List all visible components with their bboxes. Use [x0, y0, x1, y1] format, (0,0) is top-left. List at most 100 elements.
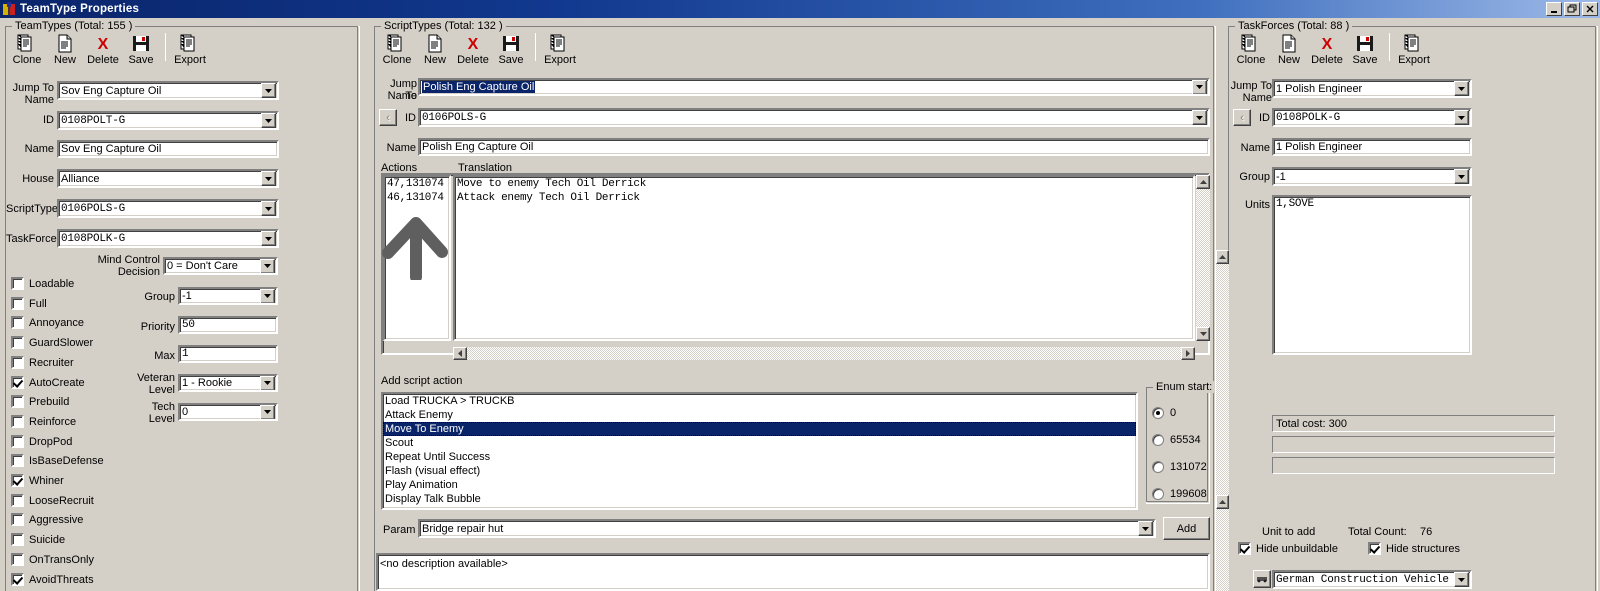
- teamtypes-clone-button[interactable]: Clone: [8, 31, 46, 66]
- enum-start-option-199608[interactable]: 199608: [1152, 488, 1207, 500]
- action-code[interactable]: 47,131074: [385, 177, 449, 191]
- st-actions-code-list[interactable]: 47,131074 46,131074: [383, 175, 451, 341]
- action-translation[interactable]: Move to enemy Tech Oil Derrick: [455, 177, 1193, 191]
- chevron-down-icon[interactable]: [1192, 80, 1207, 94]
- teamtype-flag-reinforce[interactable]: Reinforce: [11, 415, 76, 428]
- restore-button[interactable]: [1564, 2, 1580, 16]
- tt-max-input[interactable]: 1: [178, 345, 278, 363]
- minimize-button[interactable]: [1546, 2, 1562, 16]
- action-choice-item[interactable]: Attack Enemy: [383, 408, 1136, 422]
- chevron-down-icon[interactable]: [261, 201, 276, 216]
- action-choice-item[interactable]: Repeat Until Success: [383, 450, 1136, 464]
- scroll-up-icon-2[interactable]: [1216, 495, 1229, 509]
- tt-house-combo[interactable]: Alliance: [57, 169, 279, 188]
- chevron-down-icon[interactable]: [1138, 521, 1153, 536]
- enum-start-option-131072[interactable]: 131072: [1152, 461, 1207, 473]
- teamtype-flag-autocreate[interactable]: AutoCreate: [11, 376, 85, 389]
- st-action-choices-list[interactable]: Load TRUCKA > TRUCKB Attack Enemy Move To …: [381, 392, 1138, 510]
- enum-start-option-65534[interactable]: 65534: [1152, 434, 1201, 446]
- chevron-down-icon[interactable]: [260, 289, 275, 303]
- chevron-down-icon[interactable]: [1454, 81, 1469, 96]
- teamtype-flag-avoidthreats[interactable]: AvoidThreats: [11, 573, 94, 586]
- tf-clone-button[interactable]: Clone: [1232, 31, 1270, 66]
- action-choice-item[interactable]: Gather (at enemy base): [383, 506, 1136, 508]
- action-choice-item[interactable]: Scout: [383, 436, 1136, 450]
- teamtype-flag-full[interactable]: Full: [11, 297, 47, 310]
- st-name-input[interactable]: Polish Eng Capture Oil: [418, 138, 1210, 156]
- teamtype-flag-annoyance[interactable]: Annoyance: [11, 316, 84, 329]
- teamtype-flag-recruiter[interactable]: Recruiter: [11, 356, 74, 369]
- st-id-combo[interactable]: 0106POLS-G: [418, 108, 1210, 127]
- chevron-down-icon[interactable]: [1454, 110, 1469, 125]
- tt-mindcontrol-combo[interactable]: 0 = Don't Care: [163, 257, 278, 275]
- close-button[interactable]: [1582, 2, 1598, 16]
- tf-export-button[interactable]: Export: [1395, 31, 1433, 66]
- action-code[interactable]: 46,131074: [385, 191, 449, 205]
- tf-new-button[interactable]: New: [1270, 31, 1308, 66]
- st-prev-button[interactable]: ‹: [379, 109, 397, 126]
- chevron-down-icon[interactable]: [260, 376, 275, 390]
- teamtype-flag-prebuild[interactable]: Prebuild: [11, 395, 69, 408]
- action-choice-item[interactable]: Display Talk Bubble: [383, 492, 1136, 506]
- st-clone-button[interactable]: Clone: [378, 31, 416, 66]
- teamtype-flag-isbasedefense[interactable]: IsBaseDefense: [11, 454, 104, 467]
- st-new-button[interactable]: New: [416, 31, 454, 66]
- st-translation-vscrollbar[interactable]: [1196, 175, 1210, 341]
- tf-jumpto-combo[interactable]: 1 Polish Engineer: [1272, 79, 1472, 98]
- tt-jumpto-combo[interactable]: Sov Eng Capture Oil: [57, 81, 279, 100]
- right-panel-vscrollbar[interactable]: [1216, 250, 1229, 591]
- scroll-up-icon[interactable]: [1216, 250, 1229, 264]
- teamtype-flag-droppod[interactable]: DropPod: [11, 435, 72, 448]
- teamtypes-save-button[interactable]: Save: [122, 31, 160, 66]
- teamtype-flag-loadable[interactable]: Loadable: [11, 277, 74, 290]
- st-delete-button[interactable]: X Delete: [454, 31, 492, 67]
- tt-tech-combo[interactable]: 0: [178, 403, 278, 421]
- st-actions-translation-list[interactable]: Move to enemy Tech Oil Derrick Attack ene…: [453, 175, 1195, 341]
- action-choice-item[interactable]: Play Animation: [383, 478, 1136, 492]
- scroll-up-icon[interactable]: [1196, 175, 1210, 189]
- tf-units-list[interactable]: 1,SOVE: [1272, 195, 1472, 355]
- tf-delete-button[interactable]: X Delete: [1308, 31, 1346, 67]
- tf-unit-dropdown[interactable]: German Construction Vehicle: [1272, 570, 1472, 589]
- teamtypes-export-button[interactable]: Export: [171, 31, 209, 66]
- chevron-down-icon[interactable]: [260, 405, 275, 419]
- tt-priority-input[interactable]: 50: [178, 316, 278, 334]
- teamtype-flag-guardslower[interactable]: GuardSlower: [11, 336, 93, 349]
- action-choice-item[interactable]: Load TRUCKA > TRUCKB: [383, 394, 1136, 408]
- tt-group-combo[interactable]: -1: [178, 287, 278, 305]
- tt-scripttype-combo[interactable]: 0106POLS-G: [57, 199, 279, 218]
- tf-unit-icon-button[interactable]: [1253, 570, 1271, 588]
- chevron-down-icon[interactable]: [261, 231, 276, 246]
- teamtype-flag-whiner[interactable]: Whiner: [11, 474, 64, 487]
- chevron-down-icon[interactable]: [261, 171, 276, 186]
- teamtype-flag-looserecruit[interactable]: LooseRecruit: [11, 494, 94, 507]
- st-jumpto-combo[interactable]: Polish Eng Capture Oil: [418, 78, 1210, 96]
- scroll-left-icon[interactable]: [453, 347, 467, 360]
- tf-save-button[interactable]: Save: [1346, 31, 1384, 66]
- chevron-down-icon[interactable]: [261, 113, 276, 128]
- tf-hide-structures-checkbox[interactable]: Hide structures: [1368, 542, 1460, 555]
- st-param-combo[interactable]: Bridge repair hut: [418, 519, 1156, 538]
- chevron-down-icon[interactable]: [1454, 169, 1469, 184]
- teamtypes-new-button[interactable]: New: [46, 31, 84, 66]
- scroll-right-icon[interactable]: [1181, 347, 1195, 360]
- st-actions-hscrollbar[interactable]: [453, 347, 1195, 360]
- st-add-button[interactable]: Add: [1163, 517, 1210, 540]
- tt-veteran-combo[interactable]: 1 - Rookie: [178, 374, 278, 392]
- teamtype-flag-ontransonly[interactable]: OnTransOnly: [11, 553, 94, 566]
- tt-id-combo[interactable]: 0108POLT-G: [57, 111, 279, 130]
- tf-name-input[interactable]: 1 Polish Engineer: [1272, 138, 1472, 156]
- st-export-button[interactable]: Export: [541, 31, 579, 66]
- tf-group-combo[interactable]: -1: [1272, 167, 1472, 186]
- action-translation[interactable]: Attack enemy Tech Oil Derrick: [455, 191, 1193, 205]
- chevron-down-icon[interactable]: [260, 259, 275, 273]
- chevron-down-icon[interactable]: [1454, 572, 1469, 587]
- action-choice-item[interactable]: Move To Enemy: [383, 422, 1136, 436]
- tt-taskforce-combo[interactable]: 0108POLK-G: [57, 229, 279, 248]
- tf-hide-unbuildable-checkbox[interactable]: Hide unbuildable: [1238, 542, 1338, 555]
- chevron-down-icon[interactable]: [1192, 110, 1207, 125]
- teamtypes-delete-button[interactable]: X Delete: [84, 31, 122, 67]
- teamtype-flag-suicide[interactable]: Suicide: [11, 533, 65, 546]
- scroll-down-icon[interactable]: [1196, 327, 1210, 341]
- tf-prev-button[interactable]: ‹: [1233, 109, 1251, 126]
